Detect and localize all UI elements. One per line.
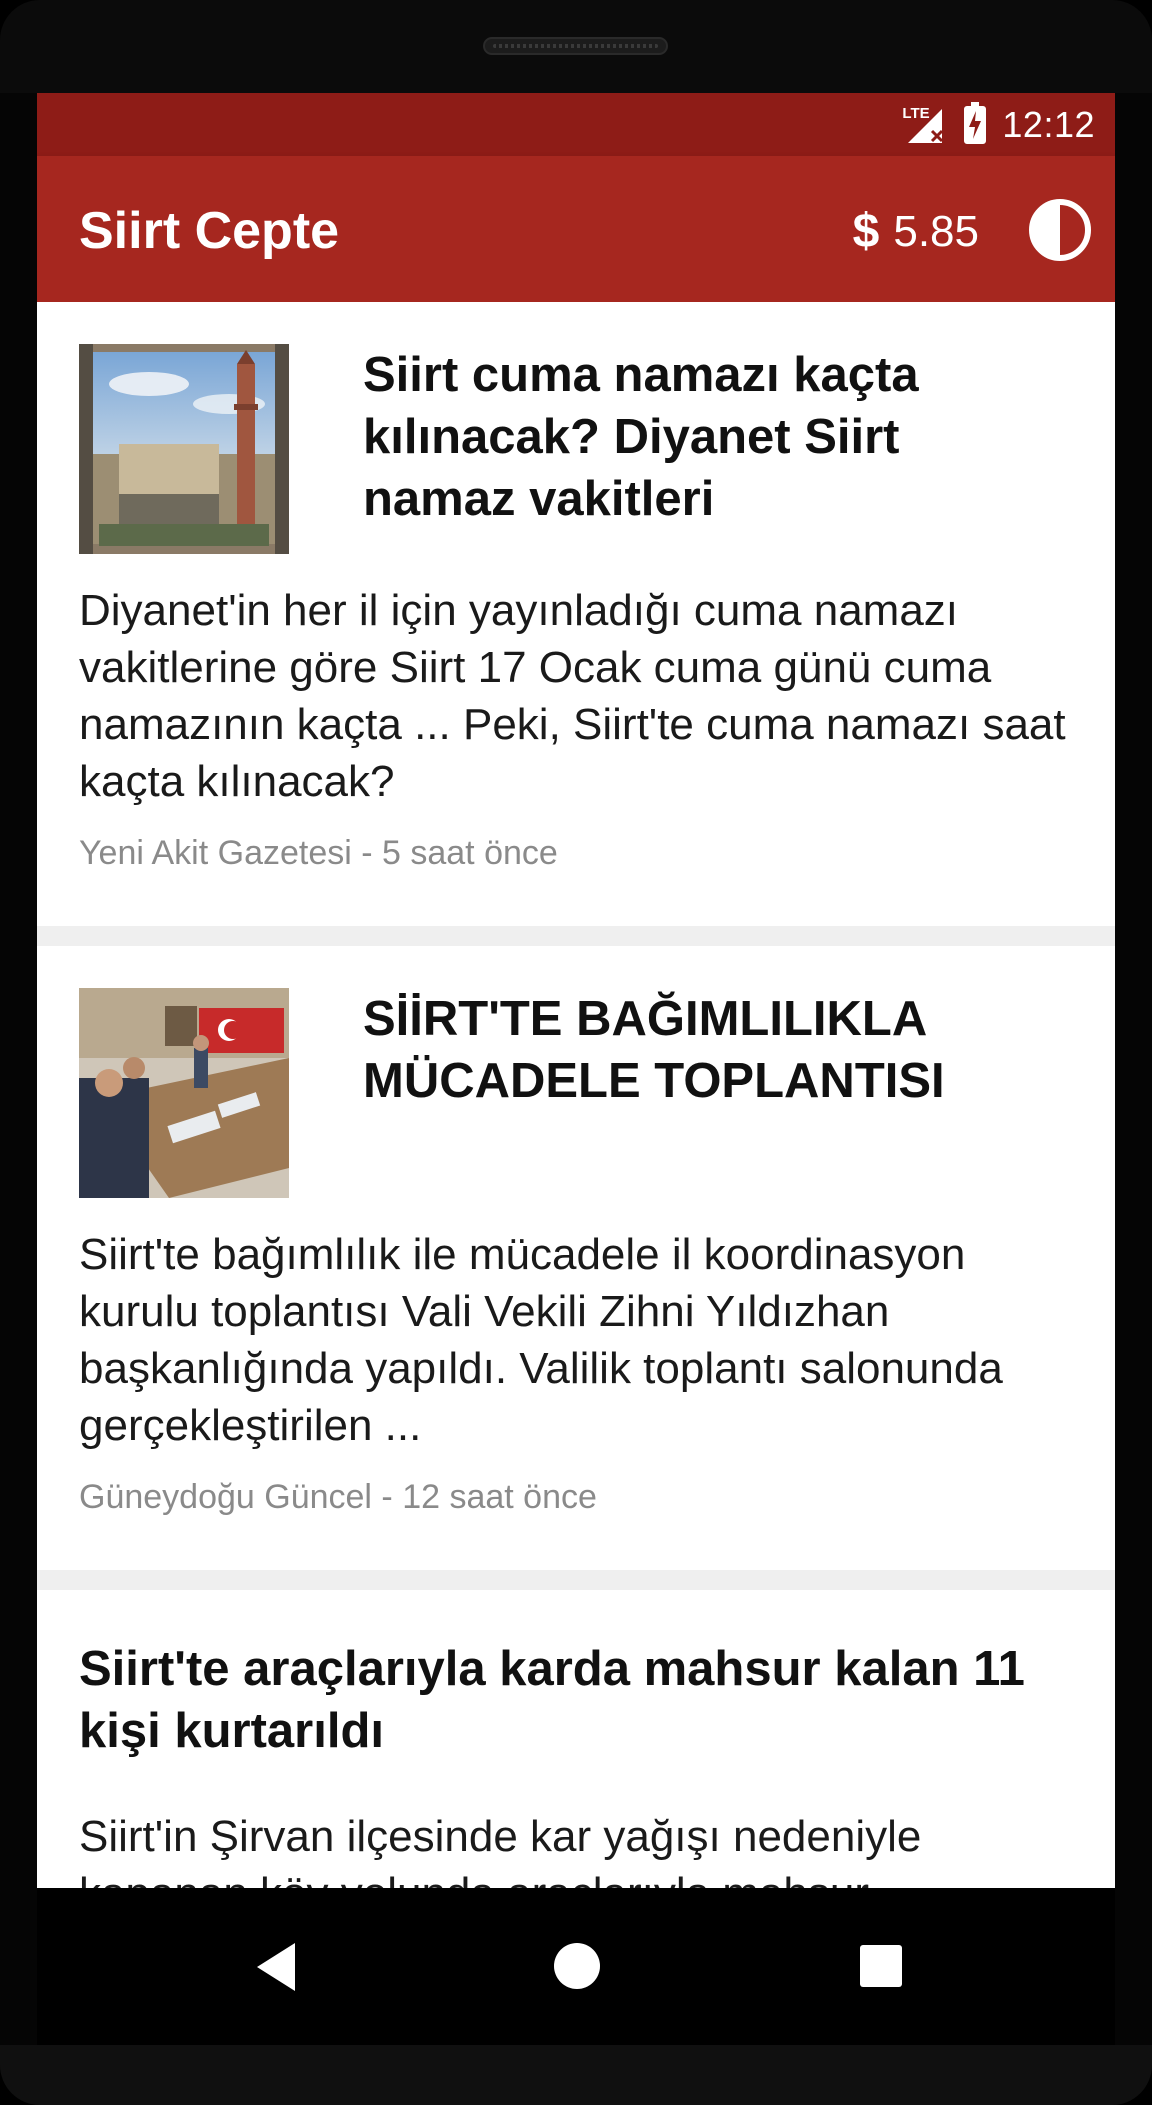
news-summary: Siirt'in Şirvan ilçesinde kar yağışı ned… (79, 1812, 922, 1888)
speaker-grill (483, 37, 668, 55)
device-bottom-bezel (0, 2045, 1152, 2105)
news-title[interactable]: SİİRT'TE BAĞIMLILIKLA MÜCADELE TOPLANTIS… (363, 988, 1063, 1112)
app-title: Siirt Cepte (79, 202, 340, 260)
news-summary: Siirt'te bağımlılık ile mücadele il koor… (79, 1230, 1003, 1450)
status-time: 12:12 (1002, 103, 1095, 145)
status-bar: LTE 12:12 (37, 93, 1115, 156)
navigation-bar (37, 1888, 1115, 2045)
app-bar: Siirt Cepte $ 5.85 (37, 156, 1115, 302)
news-feed[interactable]: Siirt cuma namazı kaçta kılınacak? Diyan… (37, 302, 1115, 1888)
device-top-bezel (0, 0, 1152, 93)
screen: LTE 12:12 Siirt Cepte $ 5.85 Siirt cuma … (37, 93, 1115, 1888)
device-frame: LTE 12:12 Siirt Cepte $ 5.85 Siirt cuma … (0, 0, 1152, 2105)
lte-signal-icon: LTE (902, 105, 948, 145)
home-circle-icon[interactable] (554, 1943, 600, 1989)
news-source-time: Güneydoğu Güncel - 12 saat önce (79, 1478, 597, 1516)
currency-value: 5.85 (893, 206, 979, 256)
news-title[interactable]: Siirt cuma namazı kaçta kılınacak? Diyan… (363, 344, 1063, 530)
news-title[interactable]: Siirt'te araçlarıyla karda mahsur kalan … (79, 1638, 1079, 1762)
news-card[interactable]: SİİRT'TE BAĞIMLILIKLA MÜCADELE TOPLANTIS… (37, 946, 1115, 1570)
contrast-icon[interactable] (1029, 199, 1091, 261)
dollar-icon: $ (852, 205, 880, 258)
battery-charging-icon (964, 101, 987, 144)
news-source-time: Yeni Akit Gazetesi - 5 saat önce (79, 834, 558, 872)
mosque-photo-thumbnail[interactable] (79, 344, 289, 554)
currency-rate[interactable]: $ 5.85 (853, 204, 979, 259)
news-card[interactable]: Siirt cuma namazı kaçta kılınacak? Diyan… (37, 302, 1115, 926)
back-triangle-icon[interactable] (257, 1943, 295, 1991)
meeting-photo-thumbnail[interactable] (79, 988, 289, 1198)
news-card[interactable]: Siirt'te araçlarıyla karda mahsur kalan … (37, 1590, 1115, 1888)
news-summary: Diyanet'in her il için yayınladığı cuma … (79, 586, 1066, 806)
recent-apps-square-icon[interactable] (860, 1945, 902, 1987)
